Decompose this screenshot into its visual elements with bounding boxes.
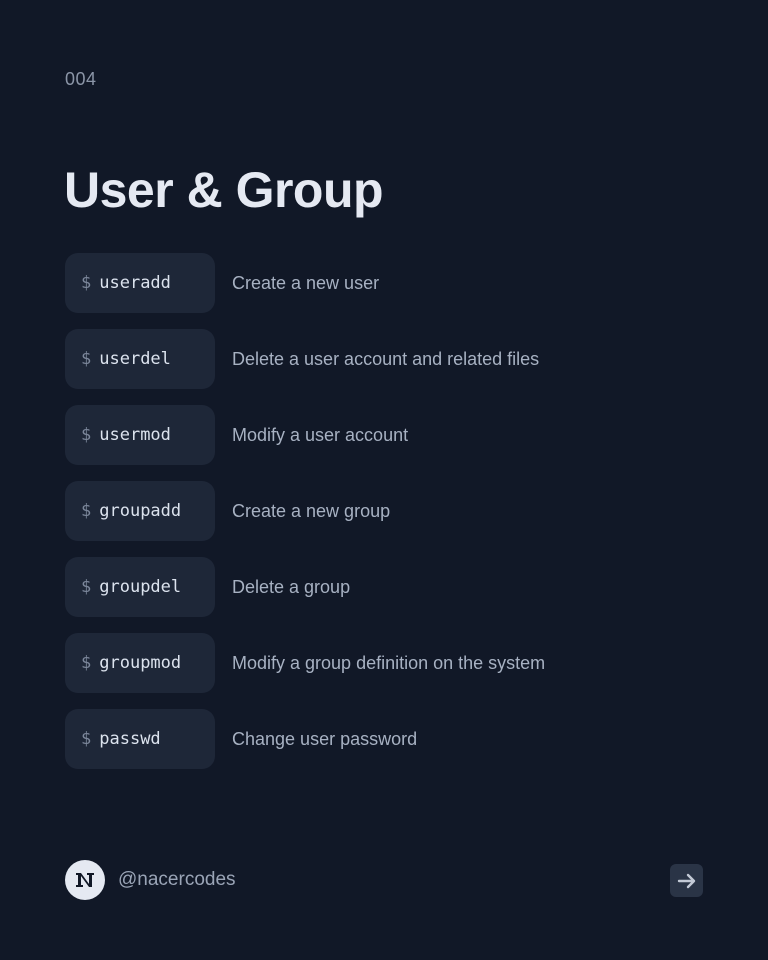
command-name: userdel	[99, 349, 171, 369]
command-description: Modify a user account	[232, 424, 409, 445]
command-pill: $ usermod	[65, 405, 215, 465]
command-pill: $ groupmod	[65, 633, 215, 693]
next-slide-button[interactable]	[670, 864, 703, 897]
command-pill: $ passwd	[65, 709, 215, 769]
command-pill: $ groupdel	[65, 557, 215, 617]
command-row: $ usermod Modify a user account	[65, 405, 545, 465]
arrow-right-icon	[677, 873, 695, 888]
command-row: $ groupmod Modify a group definition on …	[65, 633, 545, 693]
command-row: $ groupadd Create a new group	[65, 481, 545, 541]
command-pill: $ userdel	[65, 329, 215, 389]
command-description: Change user password	[232, 728, 418, 749]
avatar[interactable]	[65, 860, 105, 900]
author-handle[interactable]: @nacercodes	[118, 869, 236, 891]
command-description: Delete a user account and related files	[232, 348, 540, 369]
command-name: groupdel	[99, 577, 182, 597]
command-description: Create a new group	[232, 500, 391, 521]
prompt-symbol: $	[81, 349, 92, 369]
command-name: groupmod	[99, 653, 182, 673]
command-description: Modify a group definition on the system	[232, 652, 546, 673]
command-name: passwd	[99, 729, 161, 749]
nacercodes-logo-icon	[76, 873, 94, 887]
command-list: $ useradd Create a new user $ userdel De…	[65, 253, 545, 785]
prompt-symbol: $	[81, 425, 92, 445]
command-row: $ userdel Delete a user account and rela…	[65, 329, 545, 389]
author-badge[interactable]: @nacercodes	[65, 860, 236, 900]
command-name: useradd	[99, 273, 171, 293]
command-name: groupadd	[99, 501, 182, 521]
page-title: User & Group	[64, 162, 384, 218]
command-pill: $ useradd	[65, 253, 215, 313]
command-description: Delete a group	[232, 576, 351, 597]
prompt-symbol: $	[81, 577, 92, 597]
prompt-symbol: $	[81, 653, 92, 673]
prompt-symbol: $	[81, 273, 92, 293]
command-row: $ useradd Create a new user	[65, 253, 545, 313]
command-pill: $ groupadd	[65, 481, 215, 541]
command-row: $ groupdel Delete a group	[65, 557, 545, 617]
slide-number: 004	[65, 69, 97, 89]
prompt-symbol: $	[81, 729, 92, 749]
command-row: $ passwd Change user password	[65, 709, 545, 769]
prompt-symbol: $	[81, 501, 92, 521]
command-name: usermod	[99, 425, 171, 445]
command-description: Create a new user	[232, 272, 380, 293]
